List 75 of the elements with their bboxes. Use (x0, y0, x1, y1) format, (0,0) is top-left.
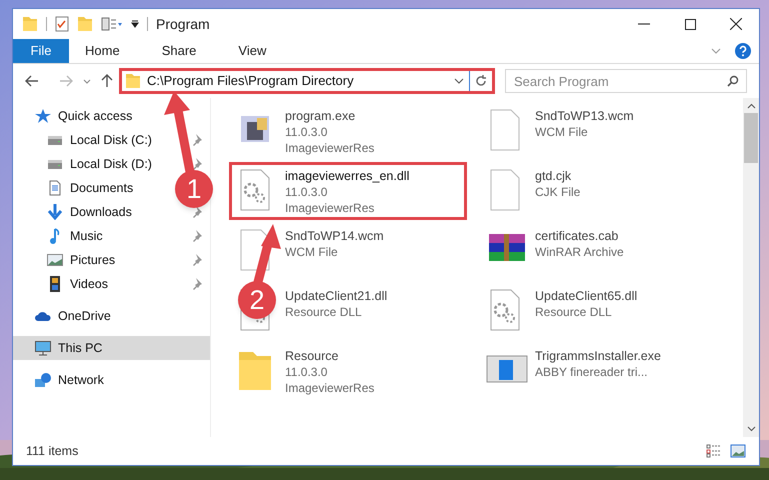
file-name[interactable]: Resource (285, 348, 374, 364)
network-icon (35, 373, 51, 387)
ribbon-tab[interactable]: Share (146, 39, 212, 63)
picture-icon (47, 254, 63, 266)
file-detail: Resource DLL (285, 304, 363, 320)
dropdown-icon[interactable] (131, 20, 139, 28)
minimize-icon (638, 23, 650, 25)
large-icons-view-icon[interactable] (730, 444, 746, 458)
scroll-thumb[interactable] (744, 113, 758, 163)
drive-icon (47, 136, 63, 144)
file-name[interactable]: TrigrammsInstaller.exe (535, 348, 661, 364)
file-detail: ImageviewerRes (285, 380, 374, 396)
file-name[interactable]: gtd.cjk (535, 168, 580, 184)
file-detail: WCM File (285, 244, 339, 260)
file-tile[interactable]: imageviewerres_en.dll 11.0.3.0 ImageviewerRes (229, 162, 467, 220)
ribbon-tab[interactable]: Home (69, 39, 136, 63)
nav-item[interactable]: Local Disk (D:) (70, 154, 152, 174)
search-icon[interactable] (727, 75, 739, 87)
file-name[interactable]: program.exe (285, 108, 374, 124)
ribbon-tab[interactable]: View (222, 39, 282, 63)
nav-item[interactable]: Local Disk (C:) (70, 130, 152, 150)
refresh-icon[interactable] (474, 74, 488, 88)
properties-icon[interactable] (101, 16, 123, 32)
file-detail: 11.0.3.0 (285, 364, 328, 380)
cloud-icon (35, 311, 51, 321)
file-detail: WinRAR Archive (535, 244, 624, 260)
monitor-icon (35, 340, 51, 356)
maximize-icon (684, 18, 696, 30)
up-arrow-icon[interactable] (101, 74, 113, 88)
address-path: C:\Program Files\Program Directory (147, 72, 354, 90)
scrollbar[interactable] (743, 98, 759, 437)
nav-item[interactable]: OneDrive (58, 306, 111, 326)
nav-item[interactable]: Videos (70, 274, 108, 294)
file-name[interactable]: imageviewerres_en.dll (285, 168, 410, 184)
nav-item[interactable]: Documents (70, 178, 134, 198)
ribbon-tab[interactable]: File (13, 39, 69, 63)
file-name[interactable]: certificates.cab (535, 228, 624, 244)
back-arrow-icon[interactable] (25, 75, 39, 87)
recent-dropdown-icon[interactable] (83, 78, 91, 84)
checklist-icon[interactable] (55, 16, 69, 32)
drive-icon (47, 160, 63, 168)
details-view-icon[interactable] (706, 444, 722, 458)
nav-item[interactable]: This PC (13, 336, 210, 360)
file-name[interactable]: SndToWP14.wcm (285, 228, 384, 244)
window-title: Program (156, 14, 210, 34)
down-arrow-icon (47, 204, 63, 220)
file-name[interactable]: UpdateClient65.dll (535, 288, 638, 304)
file-detail: 11.0.3.0 (285, 184, 328, 200)
file-detail: CJK File (535, 184, 580, 200)
file-detail: ImageviewerRes (285, 200, 376, 216)
file-detail: WCM File (535, 124, 589, 140)
nav-item[interactable]: Music (70, 226, 103, 246)
item-count: 111 items (26, 442, 78, 460)
nav-item[interactable]: Pictures (70, 250, 116, 270)
file-detail: ABBY finereader tri... (535, 364, 648, 380)
scroll-down-icon[interactable] (746, 426, 756, 432)
nav-item[interactable]: Network (58, 370, 104, 390)
file-detail: ImageviewerRes (285, 140, 374, 156)
film-icon (50, 276, 60, 292)
file-name[interactable]: SndToWP13.wcm (535, 108, 634, 124)
nav-item[interactable]: Downloads (70, 202, 132, 222)
search-field[interactable]: Search Program (505, 69, 747, 93)
document-icon (49, 180, 61, 196)
file-detail: Resource DLL (535, 304, 613, 320)
file-name[interactable]: UpdateClient21.dll (285, 288, 388, 304)
star-icon (35, 108, 51, 124)
file-detail: 11.0.3.0 (285, 124, 328, 140)
close-icon (730, 18, 742, 30)
chevron-down-icon[interactable] (454, 78, 464, 84)
scroll-up-icon[interactable] (746, 103, 756, 109)
nav-item[interactable]: Quick access (58, 106, 132, 126)
folder-icon (125, 73, 141, 89)
help-icon[interactable] (735, 43, 751, 59)
address-bar[interactable]: C:\Program Files\Program Directory (119, 68, 495, 94)
music-note-icon (50, 228, 60, 244)
